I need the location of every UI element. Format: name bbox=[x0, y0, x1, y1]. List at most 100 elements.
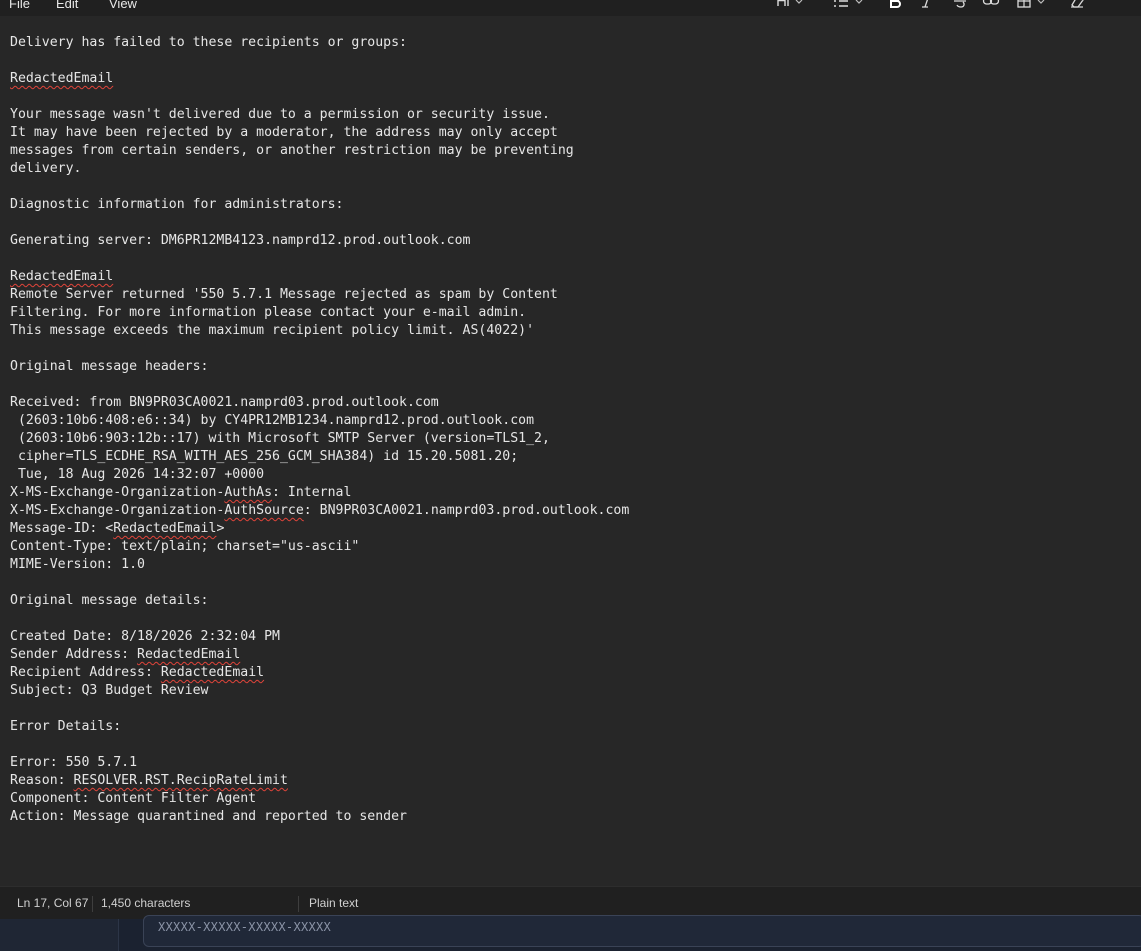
text-segment: : BN9PR03CA0021.namprd03.prod.outlook.co… bbox=[303, 503, 630, 518]
link-icon[interactable] bbox=[982, 0, 1000, 10]
text-line: (2603:10b6:903:12b::17) with Microsoft S… bbox=[10, 430, 629, 448]
text-segment: (2603:10b6:408:e6::34) by CY4PR12MB1234.… bbox=[10, 413, 535, 428]
clear-formatting-icon[interactable] bbox=[1068, 0, 1086, 10]
text-line bbox=[10, 340, 629, 358]
text-segment: X-MS-Exchange-Organization- bbox=[10, 503, 225, 518]
text-line: cipher=TLS_ECDHE_RSA_WITH_AES_256_GCM_SH… bbox=[10, 448, 629, 466]
text-line: Received: from BN9PR03CA0021.namprd03.pr… bbox=[10, 394, 629, 412]
text-line: Generating server: DM6PR12MB4123.namprd1… bbox=[10, 232, 629, 250]
status-divider bbox=[298, 896, 299, 912]
text-line: Subject: Q3 Budget Review bbox=[10, 682, 629, 700]
text-line bbox=[10, 52, 629, 70]
text-line bbox=[10, 700, 629, 718]
format-toolbar bbox=[770, 0, 1110, 12]
text-line: Delivery has failed to these recipients … bbox=[10, 34, 629, 52]
text-line: Error Details: bbox=[10, 718, 629, 736]
text-segment: Tue, 18 Aug 2026 14:32:07 +0000 bbox=[10, 467, 265, 482]
text-line bbox=[10, 376, 629, 394]
text-segment: Generating server: DM6PR12MB4123.namprd1… bbox=[10, 233, 471, 248]
text-segment: Received: from BN9PR03CA0021.namprd03.pr… bbox=[10, 395, 439, 410]
misspelled-word: RedactedEmail bbox=[137, 647, 241, 662]
misspelled-word: RedactedEmail bbox=[10, 269, 114, 284]
text-segment: It may have been rejected by a moderator… bbox=[10, 125, 558, 140]
misspelled-word: AuthSource bbox=[224, 503, 304, 518]
text-line: Filtering. For more information please c… bbox=[10, 304, 629, 322]
text-segment: cipher=TLS_ECDHE_RSA_WITH_AES_256_GCM_SH… bbox=[10, 449, 519, 464]
text-line: Tue, 18 Aug 2026 14:32:07 +0000 bbox=[10, 466, 629, 484]
misspelled-word: RedactedEmail bbox=[160, 665, 265, 680]
text-line: Message-ID: <RedactedEmail> bbox=[10, 520, 629, 538]
text-line: Original message details: bbox=[10, 592, 629, 610]
text-line bbox=[10, 610, 629, 628]
document-text[interactable]: Delivery has failed to these recipients … bbox=[10, 34, 629, 826]
text-line bbox=[10, 250, 629, 268]
text-line bbox=[10, 178, 629, 196]
menu-view[interactable]: View bbox=[100, 0, 146, 14]
list-icon[interactable] bbox=[832, 0, 866, 10]
text-segment: Reason: bbox=[10, 773, 74, 788]
text-segment: Diagnostic information for administrator… bbox=[10, 197, 344, 212]
strikethrough-icon[interactable] bbox=[952, 0, 968, 10]
text-line: RedactedEmail bbox=[10, 70, 629, 88]
text-segment: This message exceeds the maximum recipie… bbox=[10, 323, 535, 338]
text-line: Created Date: 8/18/2026 2:32:04 PM bbox=[10, 628, 629, 646]
text-segment: Filtering. For more information please c… bbox=[10, 305, 527, 320]
cursor-position: Ln 17, Col 67 bbox=[17, 896, 89, 910]
text-line bbox=[10, 214, 629, 232]
text-line bbox=[10, 574, 629, 592]
misspelled-word: RedactedEmail bbox=[113, 521, 217, 536]
text-line: Action: Message quarantined and reported… bbox=[10, 808, 629, 826]
text-line: X-MS-Exchange-Organization-AuthAs: Inter… bbox=[10, 484, 629, 502]
text-segment: : Internal bbox=[272, 485, 352, 500]
background-window: XXXXX-XXXXX-XXXXX-XXXXX bbox=[0, 915, 1141, 951]
menu-file[interactable]: File bbox=[0, 0, 39, 14]
text-segment: delivery. bbox=[10, 161, 82, 176]
notepad-window: File Edit View Delivery has failed to th… bbox=[0, 0, 1141, 951]
background-sidebar bbox=[0, 919, 118, 951]
text-line: RedactedEmail bbox=[10, 268, 629, 286]
text-segment: Action: Message quarantined and reported… bbox=[10, 809, 407, 824]
text-line: Content-Type: text/plain; charset="us-as… bbox=[10, 538, 629, 556]
text-segment: Subject: Q3 Budget Review bbox=[10, 683, 209, 698]
text-line: It may have been rejected by a moderator… bbox=[10, 124, 629, 142]
text-segment: Remote Server returned '550 5.7.1 Messag… bbox=[10, 287, 558, 302]
text-line: Reason: RESOLVER.RST.RecipRateLimit bbox=[10, 772, 629, 790]
text-line: (2603:10b6:408:e6::34) by CY4PR12MB1234.… bbox=[10, 412, 629, 430]
text-segment: (2603:10b6:903:12b::17) with Microsoft S… bbox=[10, 431, 550, 446]
text-segment: Created Date: 8/18/2026 2:32:04 PM bbox=[10, 629, 280, 644]
heading-icon[interactable] bbox=[776, 0, 806, 10]
text-line: Your message wasn't delivered due to a p… bbox=[10, 106, 629, 124]
text-line: MIME-Version: 1.0 bbox=[10, 556, 629, 574]
text-segment: messages from certain senders, or anothe… bbox=[10, 143, 574, 158]
text-segment: Sender Address: bbox=[10, 647, 138, 662]
text-segment: MIME-Version: 1.0 bbox=[10, 557, 145, 572]
text-segment: Original message headers: bbox=[10, 359, 209, 374]
text-line bbox=[10, 736, 629, 754]
text-line: messages from certain senders, or anothe… bbox=[10, 142, 629, 160]
product-key-field[interactable]: XXXXX-XXXXX-XXXXX-XXXXX bbox=[143, 915, 1141, 947]
text-line: Component: Content Filter Agent bbox=[10, 790, 629, 808]
product-key-placeholder: XXXXX-XXXXX-XXXXX-XXXXX bbox=[158, 920, 332, 934]
bold-icon[interactable] bbox=[888, 0, 902, 10]
text-segment: Original message details: bbox=[10, 593, 209, 608]
menu-edit[interactable]: Edit bbox=[47, 0, 87, 14]
text-segment: Error: 550 5.7.1 bbox=[10, 755, 138, 770]
text-line: Recipient Address: RedactedEmail bbox=[10, 664, 629, 682]
text-line: X-MS-Exchange-Organization-AuthSource: B… bbox=[10, 502, 629, 520]
text-segment: Delivery has failed to these recipients … bbox=[10, 35, 407, 50]
text-line: This message exceeds the maximum recipie… bbox=[10, 322, 629, 340]
menu-bar: File Edit View bbox=[0, 0, 1141, 16]
misspelled-word: AuthAs bbox=[224, 485, 273, 500]
text-segment: > bbox=[216, 521, 225, 536]
text-line: Remote Server returned '550 5.7.1 Messag… bbox=[10, 286, 629, 304]
text-line: Error: 550 5.7.1 bbox=[10, 754, 629, 772]
text-line bbox=[10, 88, 629, 106]
italic-icon[interactable] bbox=[920, 0, 934, 10]
text-segment: Your message wasn't delivered due to a p… bbox=[10, 107, 550, 122]
status-divider bbox=[92, 896, 93, 912]
text-editor[interactable]: Delivery has failed to these recipients … bbox=[0, 16, 1141, 886]
text-line: Diagnostic information for administrator… bbox=[10, 196, 629, 214]
text-line: Sender Address: RedactedEmail bbox=[10, 646, 629, 664]
table-icon[interactable] bbox=[1016, 0, 1050, 10]
text-segment: Recipient Address: bbox=[10, 665, 161, 680]
